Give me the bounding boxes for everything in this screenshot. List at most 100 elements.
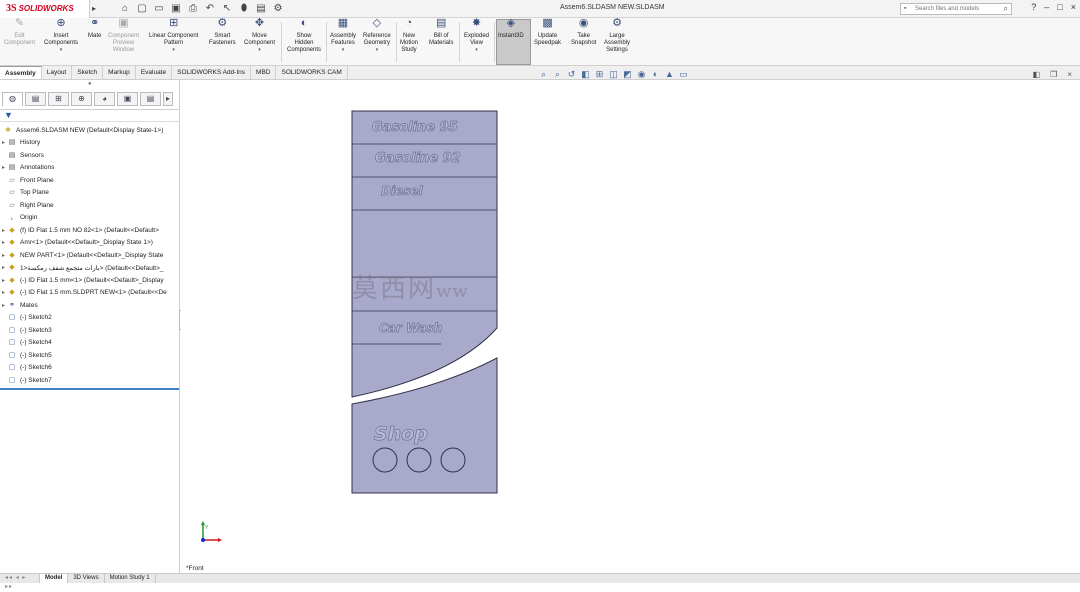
maximize-icon[interactable]: □ <box>1057 2 1062 12</box>
smart-fasteners-button[interactable]: ⚙ Smart Fasteners <box>209 18 236 47</box>
dropdown-arrow-icon[interactable]: ▾ <box>244 47 275 54</box>
update-speedpak-button[interactable]: ▩ Update Speedpak <box>534 18 561 47</box>
expand-arrow-icon[interactable]: ▸ <box>0 277 7 284</box>
bottom-tab-3d-views[interactable]: 3D Views <box>68 574 105 583</box>
print-icon[interactable]: ⎙ <box>186 3 200 14</box>
tab-scroll-arrows-icon[interactable]: ◂◂ ◂ ▸ ▸▸ <box>0 574 40 590</box>
panel-grip-icon[interactable]: ● <box>88 81 92 87</box>
tree-item[interactable]: ▱ Front Plane <box>0 174 179 187</box>
tree-item[interactable]: ▸ ◆ Amr<1> (Default<<Default>_Display Stat… <box>0 237 179 250</box>
tab-solidworks-add-ins[interactable]: SOLIDWORKS Add-Ins <box>172 66 252 79</box>
reference-geometry-button[interactable]: ◇ Reference Geometry ▾ <box>363 18 391 54</box>
edit-appearance-icon[interactable]: ◐ <box>650 69 661 80</box>
tree-item[interactable]: ▢ (-) Sketch7 <box>0 374 179 387</box>
tree-item[interactable]: ▸ ◆ (f) ID Flat 1.5 mm NO 82<1> (Default<<… <box>0 224 179 237</box>
rebuild-icon[interactable]: ⬮ <box>237 3 251 14</box>
instant3d-button[interactable]: ◈ Instant3D <box>498 18 524 40</box>
more-tabs-icon[interactable]: ▸ <box>163 92 173 106</box>
minimize-icon[interactable]: – <box>1044 2 1049 12</box>
expand-arrow-icon[interactable]: ▸ <box>0 264 7 271</box>
options-gear-icon[interactable]: ⚙ <box>271 3 285 14</box>
bottom-tab-motion-study-1[interactable]: Motion Study 1 <box>105 574 156 583</box>
tab-sketch[interactable]: Sketch <box>72 66 104 79</box>
assembly-features-button[interactable]: ▦ Assembly Features ▾ <box>330 18 356 54</box>
dropdown-arrow-icon[interactable]: ▾ <box>149 47 198 54</box>
view-orientation-icon[interactable]: ◫ <box>608 69 619 80</box>
filter-funnel-icon[interactable]: ▼ <box>4 110 13 120</box>
feature-tree-tab-icon[interactable]: ◍ <box>2 92 23 106</box>
tree-item[interactable]: ▤ Sensors <box>0 149 179 162</box>
apply-scene-icon[interactable]: ▲ <box>664 69 675 80</box>
new-document-icon[interactable]: ▢ <box>135 3 149 14</box>
mate-button[interactable]: ⚭ Mate <box>88 18 101 40</box>
expand-arrow-icon[interactable]: ▸ <box>0 164 7 171</box>
tree-item[interactable]: ▸ ◆ بارات متجمع شفف رمكسة<1> (Default<<Def… <box>0 262 179 275</box>
tree-item[interactable]: ▢ (-) Sketch3 <box>0 324 179 337</box>
open-folder-icon[interactable]: ▭ <box>152 3 166 14</box>
view-settings-icon[interactable]: ▭ <box>678 69 689 80</box>
cam-operation-tab-icon[interactable]: ▤ <box>140 92 161 106</box>
dropdown-arrow-icon[interactable]: ▾ <box>44 47 78 54</box>
configuration-manager-tab-icon[interactable]: ⊞ <box>48 92 69 106</box>
tile-window-icon[interactable]: ◧ <box>1033 70 1041 79</box>
tab-solidworks-cam[interactable]: SOLIDWORKS CAM <box>276 66 348 79</box>
dropdown-arrow-icon[interactable]: ▾ <box>464 47 489 54</box>
tab-markup[interactable]: Markup <box>103 66 136 79</box>
bottom-tab-model[interactable]: Model <box>40 574 69 583</box>
cam-feature-tab-icon[interactable]: ▣ <box>117 92 138 106</box>
tree-item[interactable]: ▸ ▤ History <box>0 137 179 150</box>
solidworks-logo[interactable]: 3S SOLIDWORKS <box>0 0 90 18</box>
edit-component-button[interactable]: ✎ Edit Component <box>4 18 35 47</box>
show-hidden-button[interactable]: ◐ Show Hidden Components <box>287 18 321 54</box>
expand-arrow-icon[interactable]: ▸ <box>0 252 7 259</box>
tab-mbd[interactable]: MBD <box>251 66 277 79</box>
dropdown-arrow-icon[interactable]: ▾ <box>330 47 356 54</box>
new-motion-study-button[interactable]: ◔ New Motion Study <box>400 18 418 54</box>
tree-item[interactable]: ▢ (-) Sketch6 <box>0 362 179 375</box>
tree-item[interactable]: ⌞ Origin <box>0 212 179 225</box>
insert-components-button[interactable]: ⊕ Insert Components ▾ <box>44 18 78 54</box>
expand-arrow-icon[interactable]: ▸ <box>0 139 7 146</box>
expand-arrow-icon[interactable]: ▸ <box>0 289 7 296</box>
tree-root[interactable]: ❖ Assem6.SLDASM NEW (Default<Display Sta… <box>0 124 179 137</box>
tree-item[interactable]: ▢ (-) Sketch4 <box>0 337 179 350</box>
display-style-icon[interactable]: ◩ <box>622 69 633 80</box>
menu-expand-arrow-icon[interactable]: ▸ <box>90 4 98 13</box>
dimxpert-tab-icon[interactable]: ⊕ <box>71 92 92 106</box>
previous-view-icon[interactable]: ↺ <box>566 69 577 80</box>
bill-of-materials-button[interactable]: ▤ Bill of Materials <box>429 18 453 47</box>
expand-arrow-icon[interactable]: ▸ <box>0 302 7 309</box>
search-scope-icon[interactable]: ▪ <box>904 4 906 14</box>
property-manager-tab-icon[interactable]: ▤ <box>25 92 46 106</box>
undo-icon[interactable]: ↶ <box>203 3 217 14</box>
help-button[interactable]: ? <box>1031 2 1036 12</box>
tree-item[interactable]: ▱ Top Plane <box>0 187 179 200</box>
section-view-icon[interactable]: ◧ <box>580 69 591 80</box>
tree-item[interactable]: ▢ (-) Sketch2 <box>0 312 179 325</box>
display-manager-tab-icon[interactable]: ◕ <box>94 92 115 106</box>
component-preview-button[interactable]: ▣ Component Preview Window <box>108 18 139 54</box>
hide-show-items-icon[interactable]: ◉ <box>636 69 647 80</box>
select-cursor-icon[interactable]: ↖ <box>220 3 234 14</box>
move-component-button[interactable]: ✥ Move Component ▾ <box>244 18 275 54</box>
zoom-to-fit-icon[interactable]: ⌕ <box>538 69 549 80</box>
linear-pattern-button[interactable]: ⊞ Linear Component Pattern ▾ <box>149 18 198 54</box>
file-properties-icon[interactable]: ▤ <box>254 3 268 14</box>
restore-window-icon[interactable]: ❐ <box>1050 70 1057 79</box>
search-input[interactable]: ▪ Search files and models ⌕ <box>900 3 1012 15</box>
tree-item[interactable]: ▸ ▤ Annotations <box>0 162 179 175</box>
home-icon[interactable]: ⌂ <box>118 3 132 14</box>
tab-assembly[interactable]: Assembly <box>0 66 42 79</box>
large-assembly-button[interactable]: ⚙ Large Assembly Settings <box>604 18 630 54</box>
tree-item[interactable]: ▸ ◆ (-) ID Flat 1.5 mm<1> (Default<<Defaul… <box>0 274 179 287</box>
close-window-icon[interactable]: × <box>1067 70 1072 79</box>
close-icon[interactable]: × <box>1071 2 1076 12</box>
graphics-area[interactable]: Gasoline 95 Gasoline 92 Diesel Car Wash … <box>181 80 1080 573</box>
zoom-area-icon[interactable]: ⌕ <box>552 69 563 80</box>
search-icon[interactable]: ⌕ <box>1004 4 1008 14</box>
dropdown-arrow-icon[interactable]: ▾ <box>363 47 391 54</box>
tab-evaluate[interactable]: Evaluate <box>136 66 173 79</box>
exploded-view-button[interactable]: ✸ Exploded View ▾ <box>464 18 489 54</box>
tree-item[interactable]: ▢ (-) Sketch5 <box>0 349 179 362</box>
expand-arrow-icon[interactable]: ▸ <box>0 227 7 234</box>
